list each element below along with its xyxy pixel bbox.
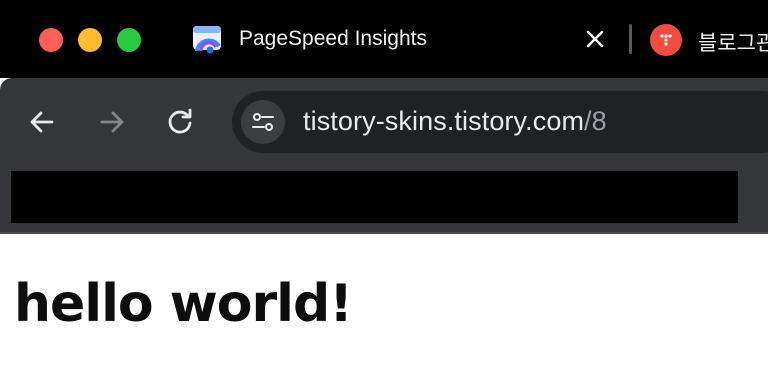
- tab-blog[interactable]: 블로그관: [650, 24, 768, 56]
- tab-title: 블로그관: [698, 32, 768, 55]
- maximize-window-button[interactable]: [117, 28, 141, 52]
- forward-arrow-icon[interactable]: [96, 106, 128, 138]
- page-content: hello world!: [0, 234, 768, 367]
- url-text[interactable]: tistory-skins.tistory.com/8: [303, 106, 607, 137]
- close-icon[interactable]: [582, 26, 608, 52]
- pagespeed-insights-icon: [191, 24, 223, 56]
- browser-toolbar: tistory-skins.tistory.com/8: [0, 78, 768, 232]
- page-heading: hello world!: [14, 274, 353, 334]
- url-host: tistory-skins.tistory.com: [303, 106, 585, 136]
- url-path: /8: [584, 106, 607, 136]
- address-bar[interactable]: tistory-skins.tistory.com/8: [232, 91, 768, 153]
- tab-strip: PageSpeed Insights 블로그관: [0, 0, 768, 78]
- back-arrow-icon[interactable]: [26, 106, 58, 138]
- tab-title: PageSpeed Insights: [239, 27, 427, 50]
- minimize-window-button[interactable]: [78, 28, 102, 52]
- blog-favicon: [650, 24, 682, 56]
- tab-pagespeed-insights[interactable]: PageSpeed Insights: [170, 14, 618, 78]
- close-window-button[interactable]: [39, 28, 63, 52]
- bookmarks-bar: [11, 171, 738, 223]
- browser-window: PageSpeed Insights 블로그관 tistory-skins.ti…: [0, 0, 768, 367]
- tab-separator: [629, 24, 632, 54]
- site-settings-icon[interactable]: [241, 100, 285, 144]
- reload-icon[interactable]: [164, 106, 196, 138]
